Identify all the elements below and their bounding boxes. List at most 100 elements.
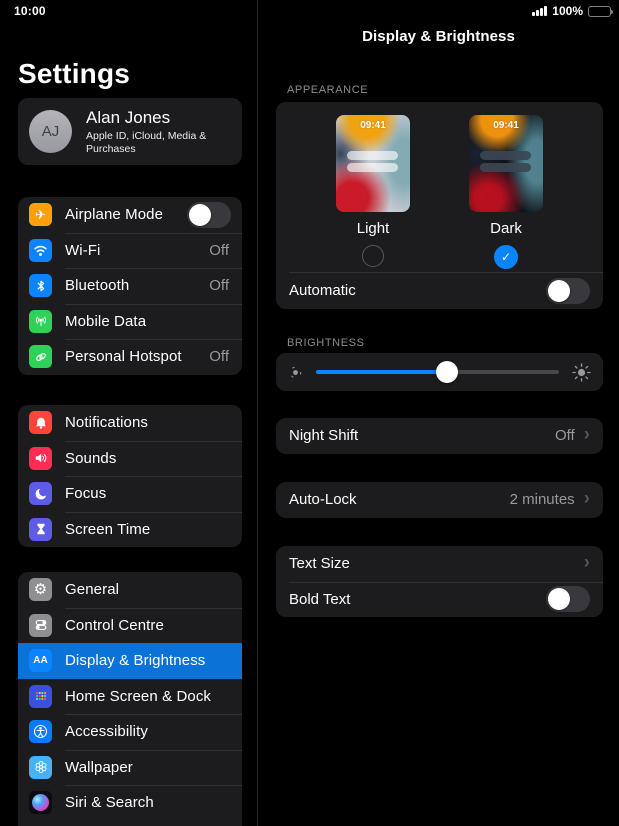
sidebar-item-wallpaper[interactable]: Wallpaper [18,750,242,786]
chevron-right-icon: › [584,489,590,508]
sidebar-item-label: Home Screen & Dock [65,688,231,705]
text-size-label: Text Size [289,555,584,572]
airplane-mode-toggle[interactable] [187,202,231,228]
sidebar-item-label: Focus [65,485,231,502]
appearance-section-label: APPEARANCE [287,84,368,96]
sidebar-item-notifications[interactable]: Notifications [18,405,242,441]
sidebar-item-sounds[interactable]: Sounds [18,441,242,477]
night-shift-label: Night Shift [289,427,555,444]
sidebar-item-general[interactable]: ⚙ General [18,572,242,608]
sidebar-item-label: Sounds [65,450,231,467]
preview-clock: 09:41 [469,120,543,131]
preview-notification-bars [347,151,398,175]
speaker-icon [29,447,52,470]
sidebar-item-label: Wallpaper [65,759,231,776]
sidebar-item-screen-time[interactable]: Screen Time [18,512,242,548]
bold-text-label: Bold Text [289,591,546,608]
sidebar-item-label: Display & Brightness [65,652,231,669]
sidebar-item-mobile-data[interactable]: Mobile Data [18,304,242,340]
chevron-right-icon: › [584,553,590,572]
gear-icon: ⚙ [29,578,52,601]
sidebar-item-airplane-mode[interactable]: ✈ Airplane Mode [18,197,242,233]
sidebar-item-control-centre[interactable]: Control Centre [18,608,242,644]
sidebar-item-label: Control Centre [65,617,231,634]
sidebar-item-label: Airplane Mode [65,206,187,223]
sidebar-item-value: Off [209,348,229,365]
sidebar-item-display-brightness[interactable]: AA Display & Brightness [18,643,242,679]
brightness-slider[interactable] [316,361,559,383]
sidebar-item-label: Siri & Search [65,794,231,811]
appearance-card: 09:41 Light 09:41 Dark ✓ Automatic [276,102,603,309]
settings-sidebar: Settings AJ Alan Jones Apple ID, iCloud,… [0,0,258,826]
wifi-icon [29,239,52,262]
bluetooth-icon [29,274,52,297]
flower-icon [29,756,52,779]
sidebar-item-personal-hotspot[interactable]: Personal Hotspot Off [18,339,242,375]
avatar: AJ [29,110,72,153]
moon-icon [29,482,52,505]
dark-radio-checked[interactable]: ✓ [494,245,518,269]
night-shift-value: Off [555,427,575,444]
brightness-slider-fill [316,370,447,374]
chevron-right-icon: › [584,425,590,444]
appearance-option-light[interactable]: 09:41 Light [336,115,410,269]
bold-text-toggle[interactable] [546,586,590,612]
brightness-section-label: BRIGHTNESS [287,337,365,349]
automatic-toggle[interactable] [546,278,590,304]
auto-lock-card: Auto-Lock 2 minutes › [276,482,603,518]
brightness-bright-icon [572,363,591,382]
sidebar-item-bluetooth[interactable]: Bluetooth Off [18,268,242,304]
brightness-card [276,353,603,391]
sidebar-item-label: Accessibility [65,723,231,740]
sidebar-group-connectivity: ✈ Airplane Mode Wi-Fi Off Bluetooth Off … [18,197,242,375]
sidebar-item-value: Off [209,277,229,294]
night-shift-card: Night Shift Off › [276,418,603,454]
brightness-slider-thumb[interactable] [436,361,458,383]
sidebar-group-general: ⚙ General Control Centre AA Display & Br… [18,572,242,826]
light-option-label: Light [357,220,390,237]
sidebar-item-value: Off [209,242,229,259]
dark-mode-preview[interactable]: 09:41 [469,115,543,212]
auto-lock-value: 2 minutes [510,491,575,508]
bell-icon [29,411,52,434]
siri-icon [29,791,52,814]
sidebar-item-siri-search[interactable]: Siri & Search [18,785,242,821]
sidebar-item-accessibility[interactable]: Accessibility [18,714,242,750]
sidebar-item-label: Screen Time [65,521,231,538]
sidebar-item-label: General [65,581,231,598]
profile-subtitle: Apple ID, iCloud, Media & Purchases [86,130,236,156]
automatic-row[interactable]: Automatic [276,272,603,309]
preview-notification-bars [480,151,531,175]
sidebar-item-label: Personal Hotspot [65,348,209,365]
sidebar-item-focus[interactable]: Focus [18,476,242,512]
profile-name: Alan Jones [86,108,236,128]
light-radio[interactable] [362,245,384,267]
dark-option-label: Dark [490,220,522,237]
auto-lock-row[interactable]: Auto-Lock 2 minutes › [276,482,603,518]
brightness-dim-icon [288,365,303,380]
sidebar-item-label: Wi-Fi [65,242,209,259]
sidebar-item-label: Mobile Data [65,313,231,330]
text-size-row[interactable]: Text Size › [276,546,603,582]
night-shift-row[interactable]: Night Shift Off › [276,418,603,454]
automatic-label: Automatic [289,282,546,299]
appearance-option-dark[interactable]: 09:41 Dark ✓ [469,115,543,269]
antenna-icon [29,310,52,333]
sidebar-item-home-screen-dock[interactable]: Home Screen & Dock [18,679,242,715]
page-title: Settings [18,58,130,90]
hotspot-icon [29,345,52,368]
sidebar-item-label: Notifications [65,414,231,431]
text-settings-card: Text Size › Bold Text [276,546,603,617]
sidebar-item-label: Bluetooth [65,277,209,294]
airplane-icon: ✈ [29,203,52,226]
hourglass-icon [29,518,52,541]
apple-id-profile[interactable]: AJ Alan Jones Apple ID, iCloud, Media & … [18,98,242,165]
bold-text-row[interactable]: Bold Text [276,582,603,618]
aa-icon: AA [29,649,52,672]
toggles-icon [29,614,52,637]
sidebar-item-wifi[interactable]: Wi-Fi Off [18,233,242,269]
light-mode-preview[interactable]: 09:41 [336,115,410,212]
accessibility-icon [29,720,52,743]
panel-title: Display & Brightness [258,28,619,45]
grid-icon [29,685,52,708]
